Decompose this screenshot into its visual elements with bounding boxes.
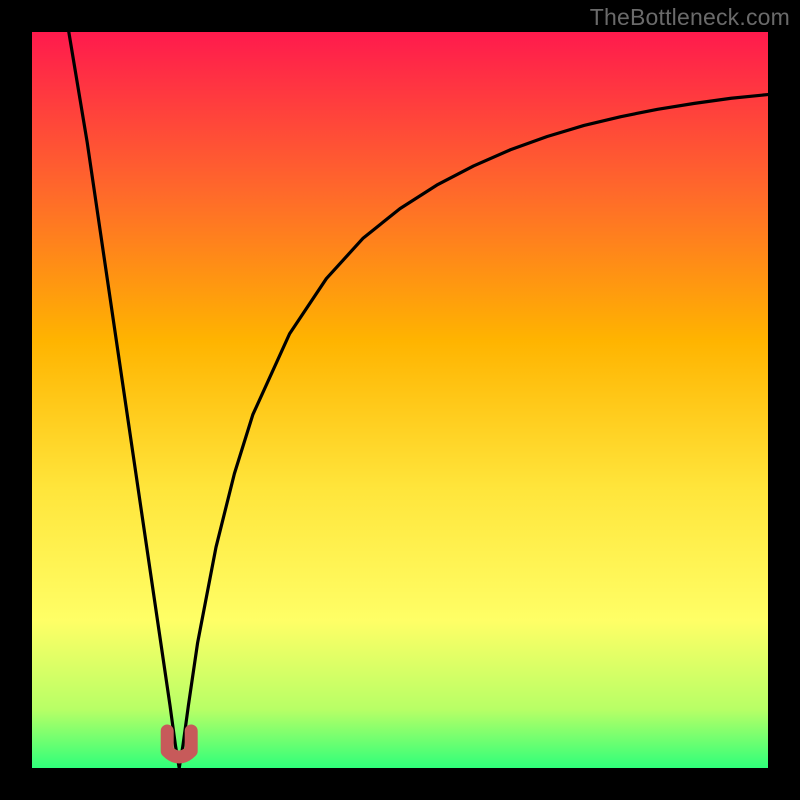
plot-svg: [32, 32, 768, 768]
chart-frame: TheBottleneck.com: [0, 0, 800, 800]
watermark-text: TheBottleneck.com: [590, 4, 790, 31]
plot-area: [32, 32, 768, 768]
gradient-background: [32, 32, 768, 768]
